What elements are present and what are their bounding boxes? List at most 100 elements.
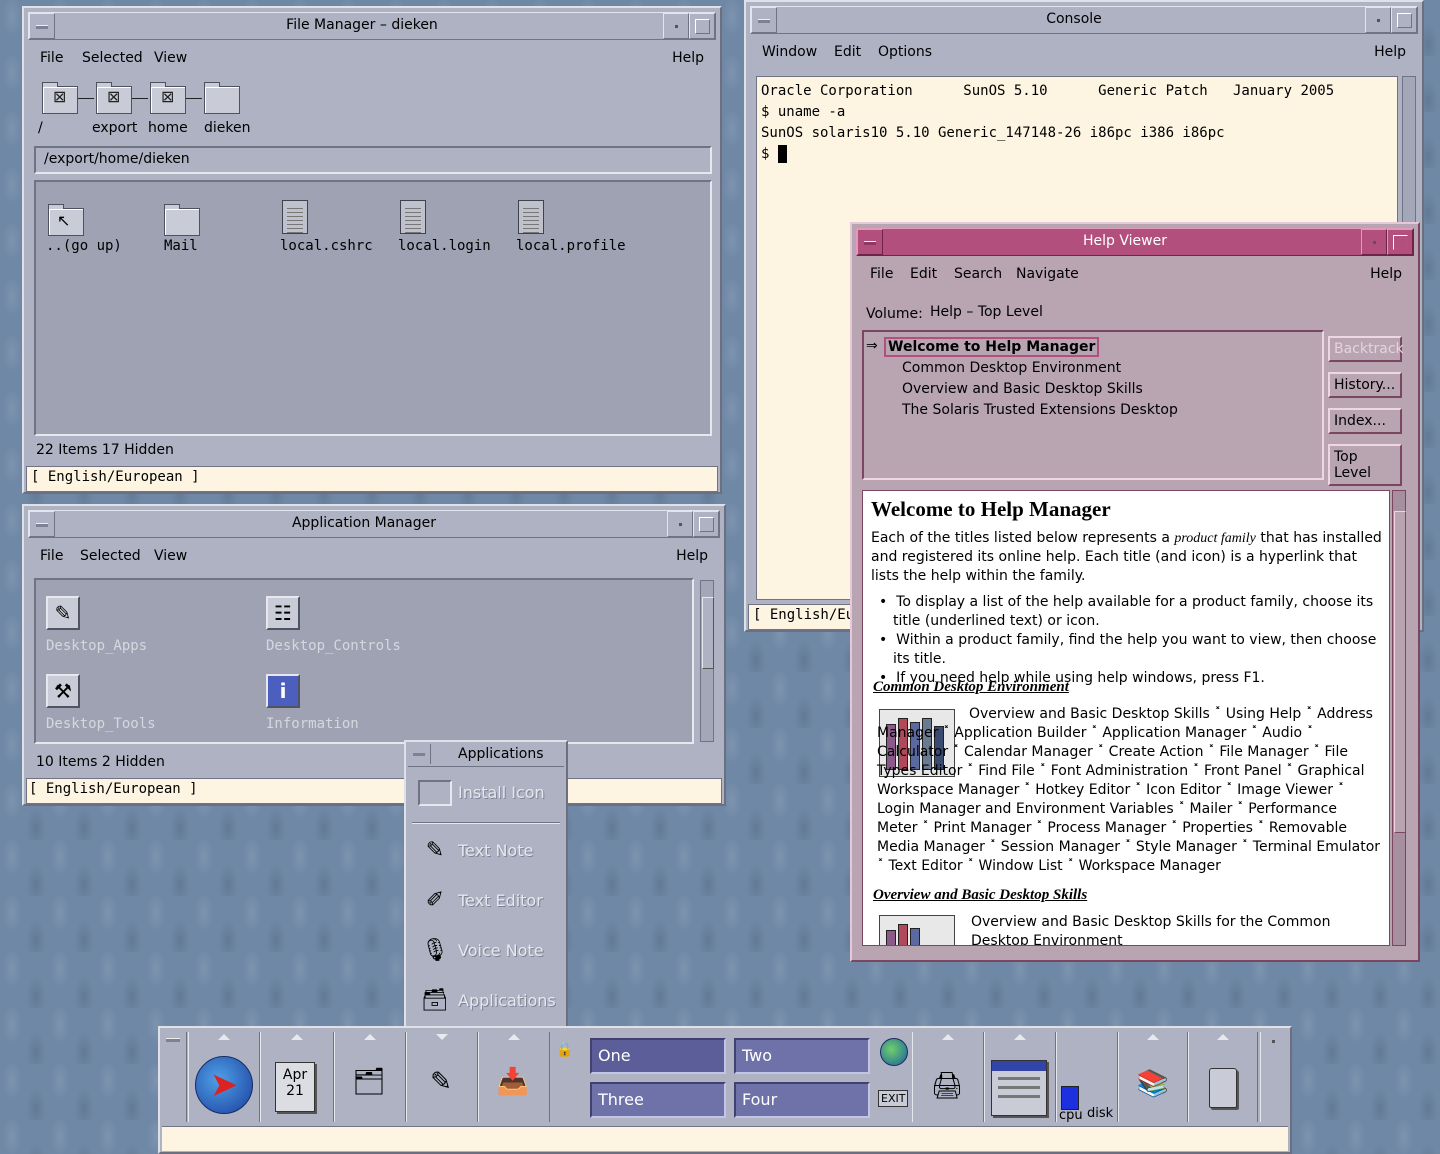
mini-globe-icon[interactable] xyxy=(880,1038,908,1066)
minimize-button[interactable] xyxy=(663,13,689,39)
menu-search[interactable]: Search xyxy=(954,266,1002,282)
menu-file[interactable]: File xyxy=(40,50,63,66)
section-link-overview[interactable]: Overview and Basic Desktop Skills xyxy=(873,887,1087,904)
panel-slot-help[interactable]: 📚 xyxy=(1118,1032,1188,1122)
menu-selected[interactable]: Selected xyxy=(82,50,143,66)
window-menu-button[interactable] xyxy=(29,511,55,537)
window-menu-button[interactable] xyxy=(751,7,777,33)
app-group-information[interactable]: i Information xyxy=(266,674,426,738)
file-item-local-login[interactable]: local.login xyxy=(398,200,498,262)
panel-slot-style-manager[interactable] xyxy=(984,1032,1056,1122)
minimize-button[interactable] xyxy=(1365,7,1391,33)
path-field[interactable]: /export/home/dieken xyxy=(34,146,712,174)
path-label-export[interactable]: export xyxy=(92,120,137,136)
folder-icon[interactable]: ⊠ xyxy=(42,82,78,114)
menu-help[interactable]: Help xyxy=(676,548,708,564)
topic-item-cde[interactable]: Common Desktop Environment xyxy=(902,360,1121,376)
path-label-home[interactable]: home xyxy=(148,120,188,136)
window-menu-button[interactable] xyxy=(857,229,883,255)
subpanel-arrow-icon[interactable] xyxy=(1147,1034,1159,1040)
panel-slot-calendar[interactable]: Apr 21 xyxy=(260,1032,334,1122)
index-button[interactable]: Index... xyxy=(1328,408,1402,434)
lock-icon[interactable]: 🔒 xyxy=(556,1042,573,1060)
section-link-cde[interactable]: Common Desktop Environment xyxy=(873,679,1069,696)
exit-button[interactable]: EXIT xyxy=(878,1090,909,1107)
subpanel-arrow-icon[interactable] xyxy=(1014,1034,1026,1040)
help-content[interactable]: Welcome to Help Manager Each of the titl… xyxy=(862,490,1390,946)
menu-navigate[interactable]: Navigate xyxy=(1016,266,1079,282)
subpanel-arrow-icon[interactable] xyxy=(1217,1034,1229,1040)
file-item-mail[interactable]: Mail xyxy=(160,202,240,262)
maximize-button[interactable] xyxy=(1391,7,1417,33)
backtrack-button[interactable]: Backtrack xyxy=(1328,336,1404,362)
subpanel-arrow-icon[interactable] xyxy=(942,1034,954,1040)
panel-slot-mailer[interactable]: 📥 xyxy=(478,1032,550,1122)
text-editor-item[interactable]: ✐ Text Editor xyxy=(416,882,560,922)
topic-item-overview[interactable]: Overview and Basic Desktop Skills xyxy=(902,381,1143,397)
app-view[interactable]: ✎ Desktop_Apps ☷ Desktop_Controls ⚒ Desk… xyxy=(34,578,694,744)
history-button[interactable]: History... xyxy=(1328,372,1402,398)
folder-icon[interactable] xyxy=(204,82,240,114)
menu-edit[interactable]: Edit xyxy=(910,266,937,282)
top-level-button[interactable]: Top Level xyxy=(1328,444,1402,486)
file-manager-titlebar[interactable]: File Manager – dieken xyxy=(28,12,716,40)
menu-options[interactable]: Options xyxy=(878,44,932,60)
subpanel-arrow-icon[interactable] xyxy=(218,1034,230,1040)
window-menu-button[interactable] xyxy=(29,13,55,39)
menu-window[interactable]: Window xyxy=(762,44,817,60)
panel-slot-trash[interactable] xyxy=(1188,1032,1258,1122)
file-item-go-up[interactable]: ↖ ..(go up) xyxy=(44,202,124,262)
folder-icon[interactable]: ⊠ xyxy=(150,82,186,114)
help-viewer-titlebar[interactable]: Help Viewer xyxy=(856,228,1414,256)
panel-slot-performance[interactable]: cpu disk xyxy=(1056,1032,1118,1123)
subpanel-titlebar[interactable]: Applications xyxy=(408,744,564,767)
panel-slot-file-manager[interactable]: 🗂 xyxy=(334,1032,406,1122)
app-group-desktop-controls[interactable]: ☷ Desktop_Controls xyxy=(266,596,446,660)
vertical-scrollbar[interactable] xyxy=(700,580,714,742)
minimize-button[interactable] xyxy=(667,511,693,537)
workspace-button-four[interactable]: Four xyxy=(734,1082,870,1118)
menu-selected[interactable]: Selected xyxy=(80,548,141,564)
application-manager-titlebar[interactable]: Application Manager xyxy=(28,510,720,538)
path-label-dieken[interactable]: dieken xyxy=(204,120,250,136)
folder-icon[interactable]: ⊠ xyxy=(96,82,132,114)
path-label-root[interactable]: / xyxy=(38,120,43,136)
menu-help[interactable]: Help xyxy=(672,50,704,66)
maximize-button[interactable] xyxy=(693,511,719,537)
panel-slot-text-editor[interactable]: ✎ xyxy=(406,1032,478,1122)
menu-edit[interactable]: Edit xyxy=(834,44,861,60)
workspace-button-three[interactable]: Three xyxy=(590,1082,726,1118)
vertical-scrollbar[interactable] xyxy=(1392,490,1406,946)
panel-menu-handle[interactable] xyxy=(162,1032,187,1122)
panel-slot-globe[interactable]: ➤ xyxy=(188,1032,260,1122)
bookshelf-icon[interactable] xyxy=(879,915,955,945)
install-icon-item[interactable]: Install Icon xyxy=(416,774,560,814)
workspace-button-two[interactable]: Two xyxy=(734,1038,870,1074)
file-view[interactable]: ↖ ..(go up) Mail local.cshrc local.login… xyxy=(34,180,712,436)
subpanel-arrow-icon[interactable] xyxy=(364,1034,376,1040)
maximize-button[interactable] xyxy=(1387,229,1413,255)
console-titlebar[interactable]: Console xyxy=(750,6,1418,34)
menu-file[interactable]: File xyxy=(40,548,63,564)
text-note-item[interactable]: ✎ Text Note xyxy=(416,832,560,872)
subpanel-arrow-icon[interactable] xyxy=(508,1034,520,1040)
workspace-button-one[interactable]: One xyxy=(590,1038,726,1074)
menu-view[interactable]: View xyxy=(154,548,187,564)
subpanel-arrow-icon[interactable] xyxy=(436,1034,448,1040)
menu-file[interactable]: File xyxy=(870,266,893,282)
panel-slot-printer[interactable]: 🖨 xyxy=(912,1032,984,1122)
file-item-local-profile[interactable]: local.profile xyxy=(516,200,626,262)
voice-note-item[interactable]: 🎙 Voice Note xyxy=(416,932,560,972)
subpanel-arrow-icon[interactable] xyxy=(291,1034,303,1040)
applications-item[interactable]: 🗃 Applications xyxy=(416,982,560,1022)
menu-view[interactable]: View xyxy=(154,50,187,66)
menu-help[interactable]: Help xyxy=(1370,266,1402,282)
minimize-button[interactable] xyxy=(1361,229,1387,255)
file-item-local-cshrc[interactable]: local.cshrc xyxy=(280,200,380,262)
app-group-desktop-apps[interactable]: ✎ Desktop_Apps xyxy=(46,596,206,660)
topic-item-trusted-extensions[interactable]: The Solaris Trusted Extensions Desktop xyxy=(902,402,1178,418)
panel-minimize-handle[interactable] xyxy=(1260,1032,1287,1122)
subpanel-menu-button[interactable] xyxy=(408,744,431,764)
topic-item-welcome[interactable]: Welcome to Help Manager xyxy=(884,337,1100,357)
menu-help[interactable]: Help xyxy=(1374,44,1406,60)
